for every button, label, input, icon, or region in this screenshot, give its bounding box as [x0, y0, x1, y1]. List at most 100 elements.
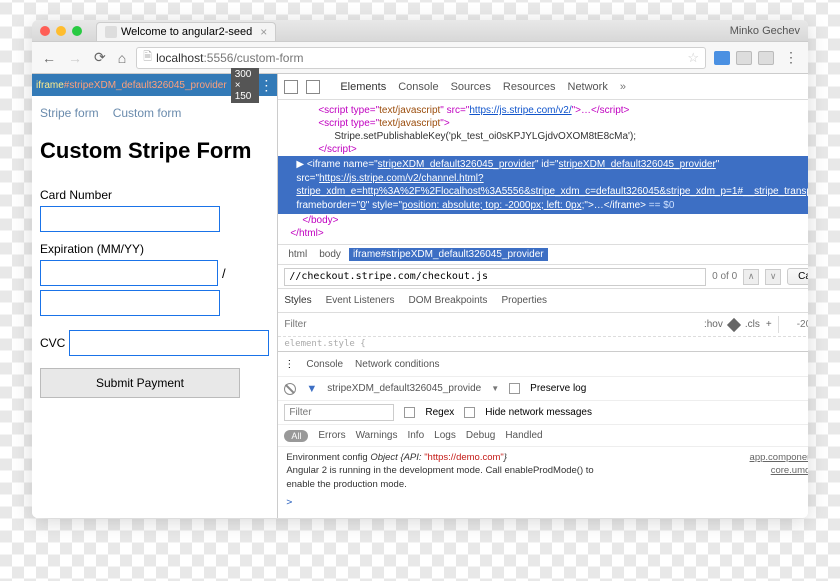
devtools-tabs: Elements Console Sources Resources Netwo… — [340, 81, 626, 93]
console-level-row: All Errors Warnings Info Logs Debug Hand… — [278, 424, 808, 446]
styles-filter-row: :hov .cls + -2000 — [278, 312, 808, 336]
search-next-icon[interactable]: ∨ — [765, 269, 781, 285]
pin-icon[interactable] — [727, 317, 741, 331]
filter-icon[interactable]: ▼ — [306, 383, 317, 395]
level-logs[interactable]: Logs — [434, 430, 456, 441]
preserve-log-checkbox[interactable] — [509, 383, 520, 394]
console-text: } — [504, 452, 507, 463]
devtools-toolbar: Elements Console Sources Resources Netwo… — [278, 74, 808, 100]
close-window-icon[interactable] — [40, 26, 50, 36]
hide-network-checkbox[interactable] — [464, 407, 475, 418]
devtools: Elements Console Sources Resources Netwo… — [278, 74, 808, 518]
level-warnings[interactable]: Warnings — [356, 430, 398, 441]
level-all[interactable]: All — [284, 430, 308, 442]
tab-sources[interactable]: Sources — [451, 81, 491, 93]
subtab-styles[interactable]: Styles — [284, 295, 311, 306]
console-filter-input[interactable] — [284, 404, 394, 421]
toolbar: ← → ⟳ ⌂ 🗎 localhost:5556/custom-form ☆ ⋮ — [32, 42, 808, 74]
level-handled[interactable]: Handled — [505, 430, 542, 441]
page-body: Custom Stripe Form Card Number Expiratio… — [32, 130, 277, 406]
breadcrumb-iframe[interactable]: iframe#stripeXDM_default326045_provider — [349, 248, 548, 261]
search-cancel-button[interactable]: Cancel — [787, 268, 808, 285]
back-button[interactable]: ← — [40, 50, 58, 66]
console-source-link[interactable]: core.umd.js:241 — [771, 464, 808, 491]
hov-toggle[interactable]: :hov — [704, 319, 723, 330]
address-host: localhost — [156, 51, 203, 65]
regex-label: Regex — [425, 407, 454, 418]
nav-stripe-form[interactable]: Stripe form — [40, 106, 99, 120]
console-toolbar: ▼ stripeXDM_default326045_provide ▼ Pres… — [278, 376, 808, 400]
page-nav: Stripe form Custom form — [32, 96, 277, 130]
forward-button[interactable]: → — [66, 50, 84, 66]
expiration-label: Expiration (MM/YY) — [40, 242, 269, 256]
level-debug[interactable]: Debug — [466, 430, 495, 441]
subtab-event-listeners[interactable]: Event Listeners — [326, 295, 395, 306]
breadcrumb-body[interactable]: body — [315, 248, 345, 261]
site-info-icon[interactable]: 🗎 — [143, 48, 152, 67]
expiration-year-input[interactable] — [40, 290, 220, 316]
console-output: Environment config Object {API: "https:/… — [278, 446, 808, 495]
drawer-tab-console[interactable]: Console — [306, 359, 343, 370]
breadcrumb-html[interactable]: html — [284, 248, 311, 261]
profile-name[interactable]: Minko Gechev — [730, 25, 800, 37]
cls-toggle[interactable]: .cls — [745, 319, 760, 330]
add-rule-icon[interactable]: + — [766, 319, 772, 330]
inspect-element-icon[interactable] — [284, 80, 298, 94]
drawer-menu-icon[interactable]: ⋮ — [284, 359, 294, 370]
subtab-dom-breakpoints[interactable]: DOM Breakpoints — [409, 295, 488, 306]
device-toolbar-icon[interactable] — [306, 80, 320, 94]
expiration-month-input[interactable] — [40, 260, 218, 286]
el-code: ▶ <iframe name=" — [296, 159, 377, 170]
elements-panel[interactable]: <script type="text/javascript" src="http… — [278, 100, 808, 244]
cvc-input[interactable] — [69, 330, 269, 356]
console-source-link[interactable]: app.component.ts:20 — [750, 451, 808, 464]
clear-console-icon[interactable] — [284, 383, 296, 395]
minimize-window-icon[interactable] — [56, 26, 66, 36]
cvc-label: CVC — [40, 336, 65, 350]
subtab-properties[interactable]: Properties — [501, 295, 547, 306]
console-context[interactable]: stripeXDM_default326045_provide — [327, 383, 481, 394]
preserve-log-label: Preserve log — [530, 383, 586, 394]
nav-custom-form[interactable]: Custom form — [113, 106, 182, 120]
tab-close-icon[interactable]: × — [260, 25, 267, 39]
bookmark-icon[interactable]: ☆ — [687, 50, 699, 66]
card-number-input[interactable] — [40, 206, 220, 232]
browser-tab[interactable]: Welcome to angular2-seed × — [96, 22, 276, 41]
regex-checkbox[interactable] — [404, 407, 415, 418]
address-bar[interactable]: 🗎 localhost:5556/custom-form ☆ — [136, 47, 706, 69]
selected-element[interactable]: ▶ <iframe name="stripeXDM_default326045_… — [278, 156, 808, 214]
tab-network[interactable]: Network — [568, 81, 608, 93]
level-info[interactable]: Info — [407, 430, 424, 441]
extension-icons — [714, 51, 774, 65]
tab-console[interactable]: Console — [398, 81, 438, 93]
elements-search-input[interactable] — [284, 268, 706, 286]
el-code: ">…</scr — [572, 105, 613, 116]
page-heading: Custom Stripe Form — [40, 138, 269, 164]
console-drawer: ⋮ Console Network conditions ✕ ▼ stripeX… — [278, 351, 808, 510]
page-area: iframe#stripeXDM_default326045_provider … — [32, 74, 278, 518]
submit-payment-button[interactable]: Submit Payment — [40, 368, 240, 398]
maximize-window-icon[interactable] — [72, 26, 82, 36]
home-button[interactable]: ⌂ — [116, 50, 128, 66]
reload-button[interactable]: ⟳ — [92, 49, 108, 66]
console-prompt[interactable]: > — [278, 495, 808, 510]
el-code: stripeXDM_default326045_provider — [378, 159, 535, 170]
drawer-tab-network-conditions[interactable]: Network conditions — [355, 359, 439, 370]
page-menu-icon[interactable]: ⋮ — [259, 77, 273, 94]
search-prev-icon[interactable]: ∧ — [743, 269, 759, 285]
expiration-slash: / — [222, 266, 226, 281]
tab-elements[interactable]: Elements — [340, 81, 386, 93]
extension-icon[interactable] — [714, 51, 730, 65]
el-code: " style=" — [366, 200, 402, 211]
tabs-overflow-icon[interactable]: » — [620, 81, 626, 93]
extension-icon[interactable] — [736, 51, 752, 65]
inspect-overlay-strip: iframe#stripeXDM_default326045_provider … — [32, 74, 277, 96]
extension-icon[interactable] — [758, 51, 774, 65]
console-text: Angular 2 is running in the development … — [286, 464, 606, 491]
level-errors[interactable]: Errors — [318, 430, 345, 441]
styles-filter-input[interactable] — [284, 319, 696, 330]
favicon-icon — [105, 26, 117, 38]
tab-resources[interactable]: Resources — [503, 81, 556, 93]
context-dropdown-icon[interactable]: ▼ — [491, 384, 499, 393]
browser-menu-icon[interactable]: ⋮ — [782, 49, 800, 66]
